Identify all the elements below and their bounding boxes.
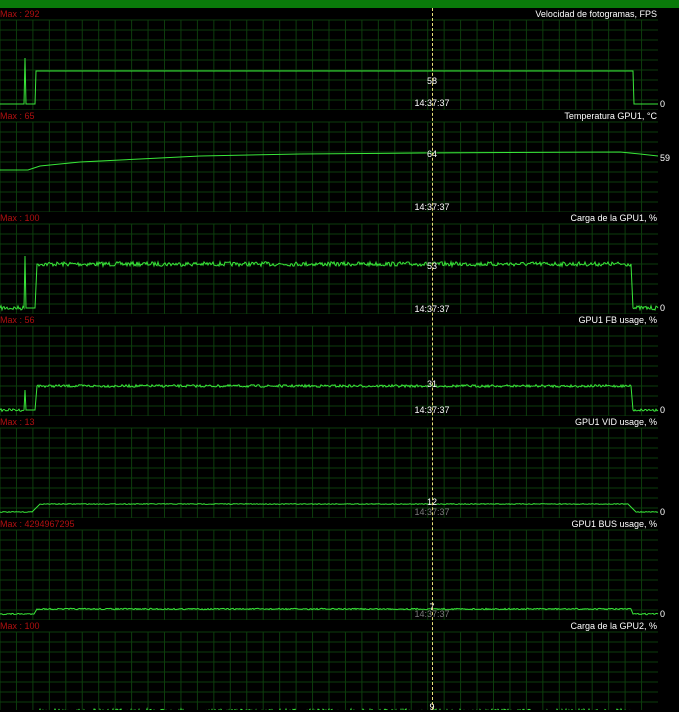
end-value-label: 0 xyxy=(660,507,666,517)
graph-area xyxy=(0,529,659,620)
time-cursor-line[interactable] xyxy=(432,8,433,710)
end-value-label: 0 xyxy=(660,303,666,313)
graph-panel-bus-usage[interactable]: Max : 4294967295 GPU1 BUS usage, % 7 0 1… xyxy=(0,518,679,620)
max-label: Max : 4294967295 xyxy=(0,519,75,529)
end-value-label: 59 xyxy=(660,153,671,163)
max-label: Max : 13 xyxy=(0,417,35,427)
max-label: Max : 100 xyxy=(0,621,40,631)
graph-panel-gpu2-load[interactable]: Max : 100 Carga de la GPU2, % 9 xyxy=(0,620,679,712)
graph-area xyxy=(0,325,659,416)
graph-area xyxy=(0,121,659,212)
graph-title: GPU1 BUS usage, % xyxy=(571,519,657,529)
graph-panel-gpu1-load[interactable]: Max : 100 Carga de la GPU1, % 53 0 14:37… xyxy=(0,212,679,314)
graph-title: Carga de la GPU1, % xyxy=(570,213,657,223)
graph-title: GPU1 FB usage, % xyxy=(578,315,657,325)
graph-title: Temperatura GPU1, °C xyxy=(564,111,657,121)
graph-panel-vid-usage[interactable]: Max : 13 GPU1 VID usage, % 12 0 14:37:37 xyxy=(0,416,679,518)
max-label: Max : 65 xyxy=(0,111,35,121)
graph-title: Carga de la GPU2, % xyxy=(570,621,657,631)
end-value-label: 0 xyxy=(660,99,666,109)
graph-panel-temperature[interactable]: Max : 65 Temperatura GPU1, °C 64 59 14:3… xyxy=(0,110,679,212)
graph-title: Velocidad de fotogramas, FPS xyxy=(535,9,657,19)
end-value-label: 0 xyxy=(660,609,666,619)
max-label: Max : 100 xyxy=(0,213,40,223)
graph-panel-fps[interactable]: Max : 292 Velocidad de fotogramas, FPS 5… xyxy=(0,8,679,110)
window-top-bar xyxy=(0,0,679,8)
end-value-label: 0 xyxy=(660,405,666,415)
graph-panel-fb-usage[interactable]: Max : 56 GPU1 FB usage, % 31 0 14:37:37 xyxy=(0,314,679,416)
graph-title: GPU1 VID usage, % xyxy=(574,417,657,427)
max-label: Max : 56 xyxy=(0,315,35,325)
graph-area xyxy=(0,427,659,518)
graph-area xyxy=(0,631,658,710)
graph-area xyxy=(0,223,659,314)
graph-area xyxy=(0,19,658,110)
monitoring-graphs: Max : 292 Velocidad de fotogramas, FPS 5… xyxy=(0,8,679,712)
max-label: Max : 292 xyxy=(0,9,40,19)
